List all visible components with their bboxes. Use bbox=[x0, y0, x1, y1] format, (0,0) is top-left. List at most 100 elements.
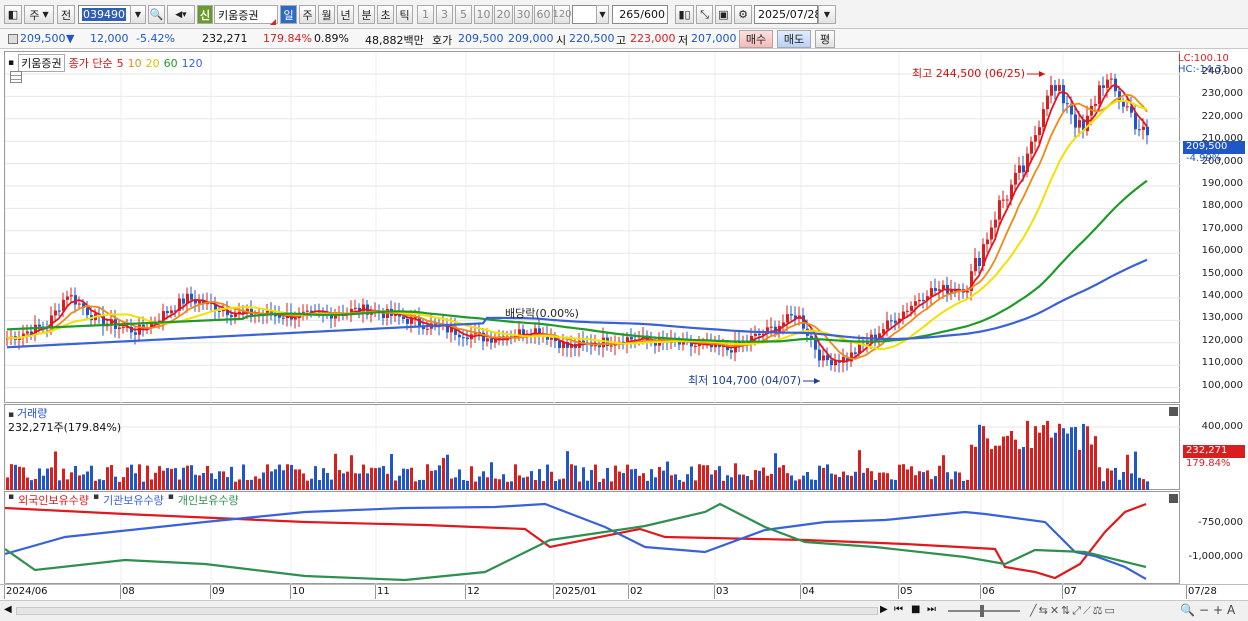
tick-3[interactable]: 3 bbox=[436, 5, 453, 24]
custom-tick-dropdown-icon[interactable]: ▼ bbox=[596, 5, 609, 24]
volume-panel[interactable]: ▪ 거래량 232,271주(179.84%) bbox=[4, 404, 1181, 491]
tick-20[interactable]: 20 bbox=[494, 5, 513, 24]
flag-icon bbox=[270, 19, 276, 25]
candle bbox=[934, 288, 937, 291]
panel-icon: ▪ bbox=[167, 492, 174, 502]
volume-bar bbox=[562, 478, 565, 490]
scroll-right-icon[interactable]: ▶ bbox=[880, 604, 888, 615]
volume-bar bbox=[406, 469, 409, 490]
volume-bar bbox=[22, 467, 25, 490]
candle-type-icon[interactable]: ▮▯ bbox=[675, 5, 694, 24]
layout-icon[interactable]: ◧ bbox=[4, 5, 22, 24]
first-page-icon[interactable]: ⏮ bbox=[894, 604, 903, 615]
toggle-icon[interactable] bbox=[8, 34, 18, 44]
x-tick bbox=[290, 585, 291, 599]
holdings-panel[interactable]: ▪ 외국인보유수량 ▪ 기관보유수량 ▪ 개인보유수량 bbox=[4, 491, 1180, 585]
tab-year[interactable]: 년 bbox=[337, 5, 354, 24]
bottom-scroll-bar: ◀ ▶ ⏮ ■ ⏭ ╱⇆✕⇅⤢⟋⚖▭ 🔍−+A bbox=[0, 600, 1248, 621]
high-arrow-head bbox=[1039, 71, 1045, 77]
candle bbox=[166, 311, 169, 314]
x-tick bbox=[465, 585, 466, 599]
volume-bar bbox=[842, 471, 845, 490]
ma20-label: 20 bbox=[145, 56, 160, 70]
volume-bar bbox=[666, 461, 669, 490]
code-dropdown-icon[interactable]: ▼ bbox=[130, 5, 146, 24]
volume-bar bbox=[870, 471, 873, 490]
volume-bar bbox=[442, 458, 445, 490]
volume-bar bbox=[214, 478, 217, 490]
price-axis-label: 120,000 bbox=[1201, 334, 1243, 346]
volume-bar bbox=[238, 479, 241, 490]
evaluate-button[interactable]: 평 bbox=[815, 30, 835, 48]
candle bbox=[998, 200, 1001, 220]
candle bbox=[1110, 78, 1113, 80]
tick-1[interactable]: 1 bbox=[417, 5, 434, 24]
horizontal-scrollbar[interactable] bbox=[16, 607, 878, 615]
candle bbox=[1030, 141, 1033, 154]
drawing-tools-icon[interactable]: ╱⇆✕⇅⤢⟋⚖▭ bbox=[1030, 604, 1117, 618]
tick-120[interactable]: 120 bbox=[552, 5, 572, 24]
tab-minute[interactable]: 분 bbox=[358, 5, 375, 24]
x-tick bbox=[1062, 585, 1063, 599]
candle bbox=[486, 338, 489, 342]
candle bbox=[814, 339, 817, 350]
tab-tick[interactable]: 틱 bbox=[396, 5, 413, 24]
tab-month[interactable]: 월 bbox=[318, 5, 335, 24]
tick-5[interactable]: 5 bbox=[455, 5, 472, 24]
volume-bar bbox=[574, 465, 577, 490]
tab-week[interactable]: 주 bbox=[299, 5, 316, 24]
date-input[interactable]: 2025/07/28 bbox=[754, 5, 821, 24]
volume-bar bbox=[402, 468, 405, 490]
candle bbox=[490, 338, 493, 343]
volume-bar bbox=[1010, 431, 1013, 490]
scroll-left-icon[interactable]: ◀ bbox=[4, 604, 12, 615]
volume-bar bbox=[1042, 425, 1045, 490]
volume-bar bbox=[958, 472, 961, 490]
zoom-tools-icon[interactable]: 🔍−+A bbox=[1180, 603, 1239, 617]
volume-bar bbox=[538, 469, 541, 490]
table-icon[interactable] bbox=[10, 71, 22, 83]
search-icon[interactable]: 🔍 bbox=[148, 5, 165, 24]
date-dropdown-icon[interactable]: ▼ bbox=[818, 5, 836, 24]
zoom-handle[interactable] bbox=[980, 605, 984, 617]
volume-axis: 400,000 232,271 179.84% bbox=[1181, 404, 1248, 490]
volume-bar bbox=[1078, 449, 1081, 490]
drawing-tool-icon[interactable]: ⤡ bbox=[696, 5, 713, 24]
sound-icon[interactable]: ◀▾ bbox=[167, 5, 195, 24]
tick-10[interactable]: 10 bbox=[474, 5, 493, 24]
volume-bar bbox=[130, 464, 133, 490]
price-chart[interactable] bbox=[5, 52, 1181, 404]
tab-day[interactable]: 일 bbox=[280, 5, 297, 24]
tick-30[interactable]: 30 bbox=[514, 5, 533, 24]
tab-second[interactable]: 초 bbox=[377, 5, 394, 24]
period-select[interactable]: 주 ▼ bbox=[24, 5, 54, 24]
price-chart-panel[interactable]: ▪ 키움증권 종가 단순 5 10 20 60 120 최고 244,500 (… bbox=[4, 51, 1181, 404]
buy-button[interactable]: 매수 bbox=[739, 30, 773, 48]
volume-chart[interactable] bbox=[5, 405, 1181, 491]
holdings-axis: -750,000 -1,000,000 bbox=[1181, 491, 1248, 584]
volume-bar bbox=[42, 475, 45, 490]
candle bbox=[1086, 115, 1089, 132]
close-icon[interactable] bbox=[1169, 407, 1178, 416]
volume-bar bbox=[470, 466, 473, 490]
zoom-slider[interactable] bbox=[948, 610, 1020, 612]
type-select[interactable]: 전 bbox=[57, 5, 75, 24]
save-icon[interactable]: ▣ bbox=[715, 5, 732, 24]
volume-bar bbox=[790, 475, 793, 490]
tick-60[interactable]: 60 bbox=[534, 5, 553, 24]
close-icon[interactable] bbox=[1169, 494, 1178, 503]
stop-icon[interactable]: ■ bbox=[911, 604, 920, 615]
candle bbox=[1058, 85, 1061, 91]
last-page-icon[interactable]: ⏭ bbox=[927, 604, 936, 615]
volume-bar bbox=[1110, 470, 1113, 490]
volume-bar bbox=[1102, 481, 1105, 490]
volume-bar bbox=[810, 479, 813, 490]
candle bbox=[1054, 85, 1057, 91]
sell-button[interactable]: 매도 bbox=[777, 30, 811, 48]
data-count[interactable]: 265/600 bbox=[612, 5, 668, 24]
gear-icon[interactable]: ⚙ bbox=[734, 5, 752, 24]
volume-bar bbox=[206, 465, 209, 490]
volume-bar bbox=[102, 480, 105, 490]
volume-bar bbox=[338, 470, 341, 490]
candle bbox=[282, 317, 285, 319]
